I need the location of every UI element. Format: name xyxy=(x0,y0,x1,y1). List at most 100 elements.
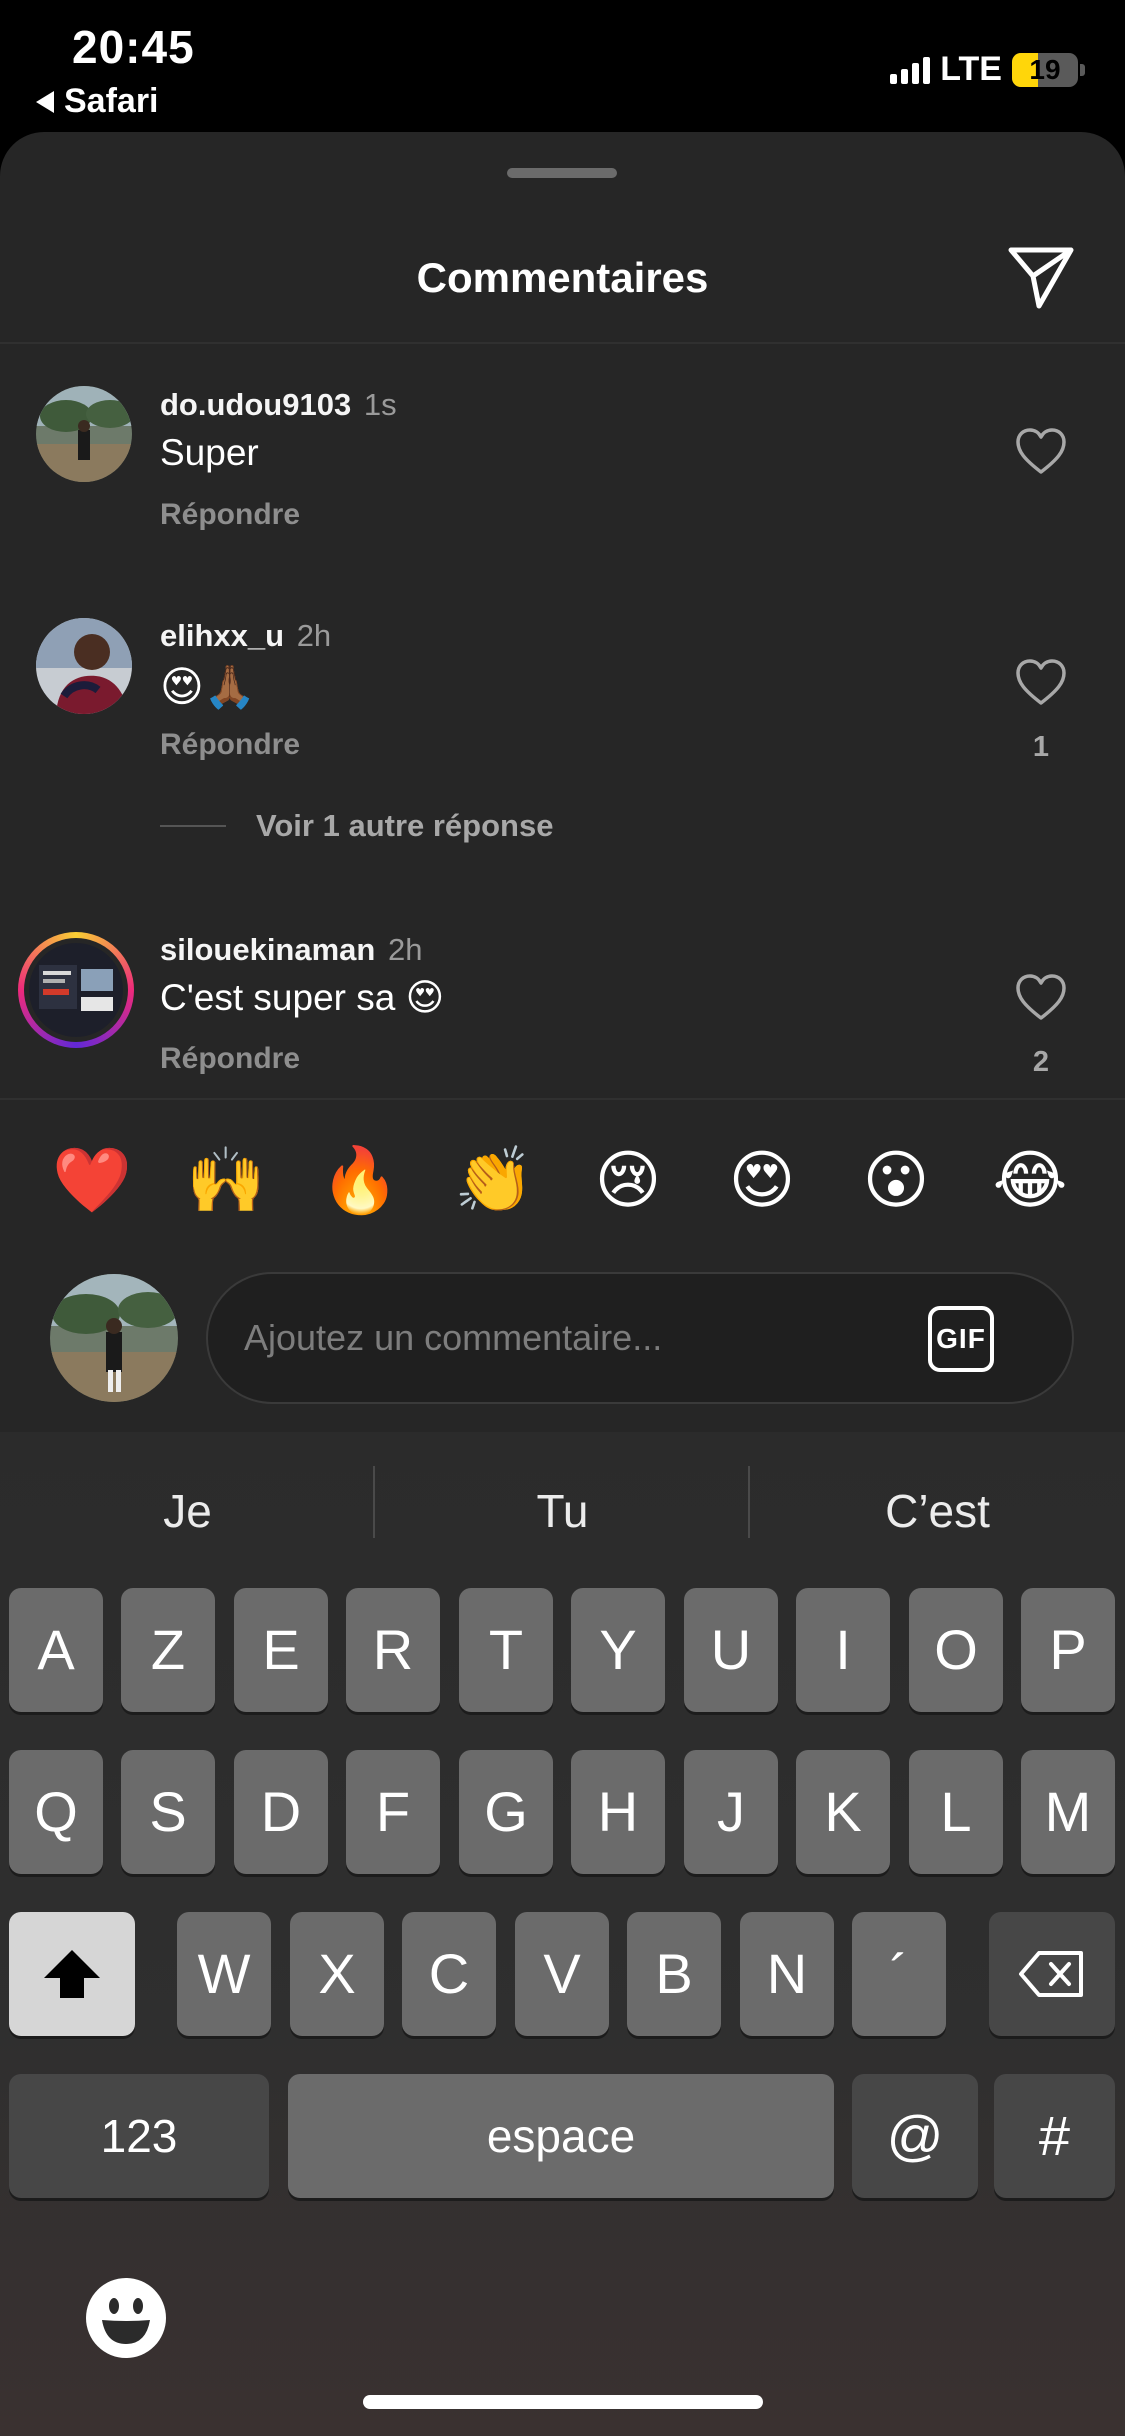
battery-level: 19 xyxy=(1029,53,1061,85)
suggestion-1[interactable]: Je xyxy=(0,1484,375,1538)
reply-button[interactable]: Répondre xyxy=(160,1042,300,1076)
key-n[interactable]: N xyxy=(740,1912,834,2036)
key-m[interactable]: M xyxy=(1021,1750,1115,1874)
key-b[interactable]: B xyxy=(627,1912,721,2036)
comment-text: Super xyxy=(160,432,259,473)
key-f[interactable]: F xyxy=(346,1750,440,1874)
comment-username[interactable]: do.udou9103 xyxy=(160,387,351,422)
comment-time: 2h xyxy=(387,932,423,967)
key-z[interactable]: Z xyxy=(121,1588,215,1712)
key-c[interactable]: C xyxy=(402,1912,496,2036)
key-g[interactable]: G xyxy=(459,1750,553,1874)
like-heart-icon[interactable] xyxy=(1014,426,1068,476)
back-app-label: Safari xyxy=(64,82,159,120)
comment-composer: GIF xyxy=(206,1272,1074,1404)
key-y[interactable]: Y xyxy=(571,1588,665,1712)
comment-text: C'est super sa 😍 xyxy=(160,977,445,1018)
comment-input[interactable] xyxy=(244,1274,894,1402)
composer-divider xyxy=(0,1098,1125,1100)
like-heart-icon[interactable] xyxy=(1014,972,1068,1022)
sheet-title: Commentaires xyxy=(416,254,709,301)
key-v[interactable]: V xyxy=(515,1912,609,2036)
status-bar: 20:45 Safari LTE 19 xyxy=(0,0,1125,130)
hash-key[interactable]: # xyxy=(994,2074,1115,2198)
reply-button[interactable]: Répondre xyxy=(160,498,300,532)
cellular-signal-icon xyxy=(890,56,931,84)
smiley-face-icon xyxy=(86,2278,166,2358)
emoji-heart-eyes-button[interactable]: 😍 xyxy=(722,1140,802,1220)
avatar-story-ring[interactable] xyxy=(18,932,134,1048)
key-e[interactable]: E xyxy=(234,1588,328,1712)
header-divider xyxy=(0,342,1125,344)
avatar-image xyxy=(36,386,132,482)
emoji-reaction-bar: ❤️ 🙌 🔥 👏 😢 😍 😮 😂 xyxy=(0,1140,1125,1230)
suggestion-2[interactable]: Tu xyxy=(375,1484,750,1538)
status-indicators: LTE 19 xyxy=(890,50,1085,89)
key-acute-accent[interactable]: ´ xyxy=(852,1912,946,2036)
comment-text: 😍🙏🏾 xyxy=(160,663,257,710)
backspace-icon xyxy=(1019,1951,1083,1997)
reply-button[interactable]: Répondre xyxy=(160,728,300,762)
emoji-laughing-button[interactable]: 😂 xyxy=(990,1140,1070,1220)
back-arrow-icon xyxy=(36,90,54,113)
key-h[interactable]: H xyxy=(571,1750,665,1874)
emoji-crying-button[interactable]: 😢 xyxy=(588,1140,668,1220)
numbers-key[interactable]: 123 xyxy=(9,2074,269,2198)
emoji-surprised-button[interactable]: 😮 xyxy=(856,1140,936,1220)
key-w[interactable]: W xyxy=(177,1912,271,2036)
key-q[interactable]: Q xyxy=(9,1750,103,1874)
key-u[interactable]: U xyxy=(684,1588,778,1712)
key-x[interactable]: X xyxy=(290,1912,384,2036)
key-j[interactable]: J xyxy=(684,1750,778,1874)
comment-time: 1s xyxy=(363,387,397,422)
replies-divider-line xyxy=(160,825,226,827)
comment-username[interactable]: elihxx_u xyxy=(160,618,284,653)
suggestion-3[interactable]: C’est xyxy=(750,1484,1125,1538)
emoji-heart-button[interactable]: ❤️ xyxy=(52,1140,132,1220)
key-k[interactable]: K xyxy=(796,1750,890,1874)
status-time: 20:45 xyxy=(72,21,195,73)
view-more-replies-button[interactable]: Voir 1 autre réponse xyxy=(160,808,553,844)
key-p[interactable]: P xyxy=(1021,1588,1115,1712)
emoji-raised-hands-button[interactable]: 🙌 xyxy=(186,1140,266,1220)
key-o[interactable]: O xyxy=(909,1588,1003,1712)
sheet-grabber[interactable] xyxy=(507,168,617,178)
at-key[interactable]: @ xyxy=(852,2074,978,2198)
back-to-safari-button[interactable]: Safari xyxy=(36,82,159,121)
space-key[interactable]: espace xyxy=(288,2074,834,2198)
keyboard: Je Tu C’est A Z E R T Y U I O P Q S D F … xyxy=(0,1432,1125,2436)
avatar[interactable] xyxy=(36,618,132,714)
avatar-image xyxy=(36,618,132,714)
network-type: LTE xyxy=(940,50,1002,88)
emoji-fire-button[interactable]: 🔥 xyxy=(320,1140,400,1220)
comment-username[interactable]: silouekinaman xyxy=(160,932,375,967)
like-count: 2 xyxy=(1032,1046,1050,1078)
share-button[interactable] xyxy=(1005,240,1077,312)
shift-key[interactable] xyxy=(9,1912,135,2036)
key-r[interactable]: R xyxy=(346,1588,440,1712)
key-i[interactable]: I xyxy=(796,1588,890,1712)
comments-sheet: Commentaires xyxy=(0,132,1125,1432)
like-count: 1 xyxy=(1032,731,1050,763)
key-s[interactable]: S xyxy=(121,1750,215,1874)
comment-header: silouekinaman 2h xyxy=(160,932,422,968)
avatar-image xyxy=(50,1274,178,1402)
view-more-replies-label: Voir 1 autre réponse xyxy=(256,808,554,843)
gif-button[interactable]: GIF xyxy=(928,1306,994,1372)
shift-arrow-icon xyxy=(44,1950,100,1998)
emoji-keyboard-button[interactable] xyxy=(84,2276,168,2360)
avatar-image xyxy=(29,943,123,1037)
current-user-avatar xyxy=(50,1274,178,1402)
key-a[interactable]: A xyxy=(9,1588,103,1712)
key-t[interactable]: T xyxy=(459,1588,553,1712)
comment-header: elihxx_u 2h xyxy=(160,618,331,654)
home-indicator[interactable] xyxy=(363,2395,763,2409)
like-heart-icon[interactable] xyxy=(1014,657,1068,707)
comment-header: do.udou9103 1s xyxy=(160,387,397,423)
key-d[interactable]: D xyxy=(234,1750,328,1874)
paper-plane-icon xyxy=(1008,247,1074,309)
emoji-clap-button[interactable]: 👏 xyxy=(454,1140,534,1220)
key-l[interactable]: L xyxy=(909,1750,1003,1874)
avatar[interactable] xyxy=(36,386,132,482)
backspace-key[interactable] xyxy=(989,1912,1115,2036)
